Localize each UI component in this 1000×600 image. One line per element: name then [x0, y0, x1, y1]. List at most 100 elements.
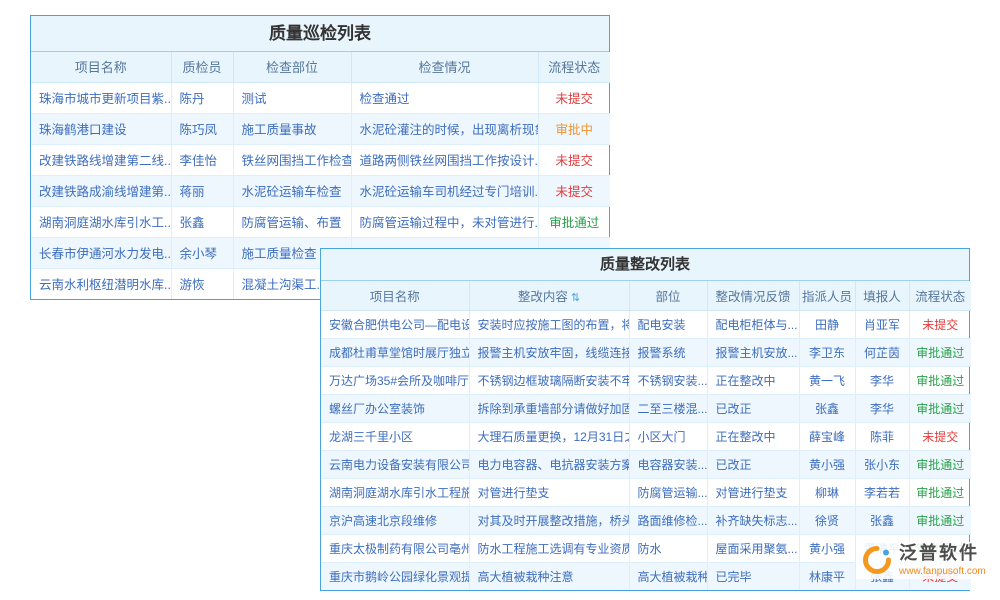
column-header[interactable]: 流程状态	[538, 52, 610, 82]
cell: 电力电容器、电抗器安装方案,...	[469, 450, 629, 478]
project-name-cell[interactable]: 成都杜甫草堂馆时展厅独立展...	[321, 338, 469, 366]
cell: 肖亚军	[855, 310, 909, 338]
cell: 对管进行垫支	[707, 478, 799, 506]
table-row[interactable]: 安徽合肥供电公司—配电设备...安装时应按施工图的布置，将...配电安装配电柜柜…	[321, 310, 971, 338]
cell: 已完毕	[707, 562, 799, 590]
cell: 陈菲	[855, 422, 909, 450]
status-cell: 审批通过	[909, 338, 971, 366]
table-row[interactable]: 龙湖三千里小区大理石质量更换，12月31日之...小区大门正在整改中薛宝峰陈菲未…	[321, 422, 971, 450]
cell: 蒋丽	[171, 175, 233, 206]
cell: 正在整改中	[707, 366, 799, 394]
table-row[interactable]: 珠海市城市更新项目紫...陈丹测试检查通过未提交	[31, 82, 610, 113]
table-row[interactable]: 京沪高速北京段维修对其及时开展整改措施，桥头...路面维修检...补齐缺失标志.…	[321, 506, 971, 534]
inspection-header-row: 项目名称质检员 检查部位 检查情况 流程状态	[31, 52, 610, 82]
column-header[interactable]: 整改情况反馈	[707, 281, 799, 310]
project-name-cell[interactable]: 湖南洞庭湖水库引水工程施工...	[321, 478, 469, 506]
project-name-cell[interactable]: 改建铁路成渝线增建第...	[31, 175, 171, 206]
cell: 游恢	[171, 268, 233, 299]
cell: 检查通过	[351, 82, 538, 113]
cell: 黄小强	[799, 534, 855, 562]
cell: 张小东	[855, 450, 909, 478]
project-name-cell[interactable]: 改建铁路线增建第二线...	[31, 144, 171, 175]
cell: 李华	[855, 394, 909, 422]
project-name-cell[interactable]: 京沪高速北京段维修	[321, 506, 469, 534]
table-row[interactable]: 螺丝厂办公室装饰拆除到承重墙部分请做好加固...二至三楼混...已改正张鑫李华审…	[321, 394, 971, 422]
cell: 已改正	[707, 450, 799, 478]
cell: 高大植被栽种	[629, 562, 707, 590]
cell: 防腐管运输过程中，未对管进行...	[351, 206, 538, 237]
table-row[interactable]: 珠海鹤港口建设陈巧凤施工质量事故水泥砼灌注的时候，出现离析现象审批中	[31, 113, 610, 144]
project-name-cell[interactable]: 云南水利枢纽潜明水库...	[31, 268, 171, 299]
cell: 道路两侧铁丝网围挡工作按设计...	[351, 144, 538, 175]
cell: 铁丝网围挡工作检查	[233, 144, 351, 175]
cell: 高大植被栽种注意	[469, 562, 629, 590]
cell: 张鑫	[855, 506, 909, 534]
cell: 报警系统	[629, 338, 707, 366]
cell: 李卫东	[799, 338, 855, 366]
table-row[interactable]: 成都杜甫草堂馆时展厅独立展...报警主机安放牢固，线缆连接...报警系统报警主机…	[321, 338, 971, 366]
project-name-cell[interactable]: 重庆市鹅岭公园绿化景观提升...	[321, 562, 469, 590]
fanpu-logo-website[interactable]: www.fanpusoft.com	[899, 566, 986, 577]
column-header[interactable]: 部位	[629, 281, 707, 310]
cell: 屋面采用聚氨...	[707, 534, 799, 562]
status-cell: 未提交	[909, 310, 971, 338]
project-name-cell[interactable]: 重庆太极制药有限公司亳州中...	[321, 534, 469, 562]
cell: 水泥砼运输车检查	[233, 175, 351, 206]
column-header-label: 检查部位	[266, 60, 318, 75]
status-cell: 审批通过	[909, 450, 971, 478]
cell: 防腐管运输...	[629, 478, 707, 506]
cell: 水泥砼灌注的时候，出现离析现象	[351, 113, 538, 144]
column-header[interactable]: 项目名称	[321, 281, 469, 310]
status-cell: 审批通过	[909, 506, 971, 534]
project-name-cell[interactable]: 珠海市城市更新项目紫...	[31, 82, 171, 113]
project-name-cell[interactable]: 安徽合肥供电公司—配电设备...	[321, 310, 469, 338]
column-header[interactable]: 项目名称	[31, 52, 171, 82]
cell: 报警主机安放...	[707, 338, 799, 366]
table-row[interactable]: 湖南洞庭湖水库引水工程施工...对管进行垫支防腐管运输...对管进行垫支柳琳李若…	[321, 478, 971, 506]
table-row[interactable]: 改建铁路线增建第二线...李佳怡铁丝网围挡工作检查道路两侧铁丝网围挡工作按设计.…	[31, 144, 610, 175]
cell: 正在整改中	[707, 422, 799, 450]
cell: 补齐缺失标志...	[707, 506, 799, 534]
column-header[interactable]: 质检员	[171, 52, 233, 82]
column-header[interactable]: 流程状态	[909, 281, 971, 310]
project-name-cell[interactable]: 长春市伊通河水力发电...	[31, 237, 171, 268]
cell: 何芷茵	[855, 338, 909, 366]
project-name-cell[interactable]: 珠海鹤港口建设	[31, 113, 171, 144]
status-cell: 未提交	[538, 175, 610, 206]
project-name-cell[interactable]: 万达广场35#会所及咖啡厅空...	[321, 366, 469, 394]
cell: 配电安装	[629, 310, 707, 338]
rectification-header-row: 项目名称整改内容⇅部位整改情况反馈指派人员填报人流程状态	[321, 281, 971, 310]
rectification-table-title: 质量整改列表	[321, 249, 969, 281]
table-row[interactable]: 改建铁路成渝线增建第...蒋丽水泥砼运输车检查水泥砼运输车司机经过专门培训...…	[31, 175, 610, 206]
inspection-table-title: 质量巡检列表	[31, 16, 609, 52]
cell: 测试	[233, 82, 351, 113]
cell: 黄一飞	[799, 366, 855, 394]
cell: 黄小强	[799, 450, 855, 478]
column-header[interactable]: 检查部位	[233, 52, 351, 82]
status-cell: 未提交	[538, 144, 610, 175]
column-header[interactable]: 检查情况	[351, 52, 538, 82]
table-row[interactable]: 万达广场35#会所及咖啡厅空...不锈钢边框玻璃隔断安装不牢...不锈钢安装..…	[321, 366, 971, 394]
cell: 不锈钢边框玻璃隔断安装不牢...	[469, 366, 629, 394]
cell: 林康平	[799, 562, 855, 590]
column-header[interactable]: 指派人员	[799, 281, 855, 310]
column-header[interactable]: 整改内容⇅	[469, 281, 629, 310]
sort-icon[interactable]: ⇅	[571, 292, 580, 304]
table-row[interactable]: 云南电力设备安装有限公司20...电力电容器、电抗器安装方案,...电容器安装.…	[321, 450, 971, 478]
cell: 大理石质量更换，12月31日之...	[469, 422, 629, 450]
cell: 田静	[799, 310, 855, 338]
project-name-cell[interactable]: 龙湖三千里小区	[321, 422, 469, 450]
column-header[interactable]: 填报人	[855, 281, 909, 310]
table-row[interactable]: 湖南洞庭湖水库引水工...张鑫防腐管运输、布置防腐管运输过程中，未对管进行...…	[31, 206, 610, 237]
project-name-cell[interactable]: 湖南洞庭湖水库引水工...	[31, 206, 171, 237]
column-header-label: 流程状态	[548, 60, 600, 75]
column-header-label: 整改情况反馈	[715, 290, 790, 304]
status-cell: 审批通过	[538, 206, 610, 237]
project-name-cell[interactable]: 螺丝厂办公室装饰	[321, 394, 469, 422]
fanpu-logo: 泛普软件 www.fanpusoft.com	[856, 542, 992, 579]
cell: 不锈钢安装...	[629, 366, 707, 394]
project-name-cell[interactable]: 云南电力设备安装有限公司20...	[321, 450, 469, 478]
cell: 李佳怡	[171, 144, 233, 175]
cell: 李若若	[855, 478, 909, 506]
column-header-label: 检查情况	[418, 60, 470, 75]
